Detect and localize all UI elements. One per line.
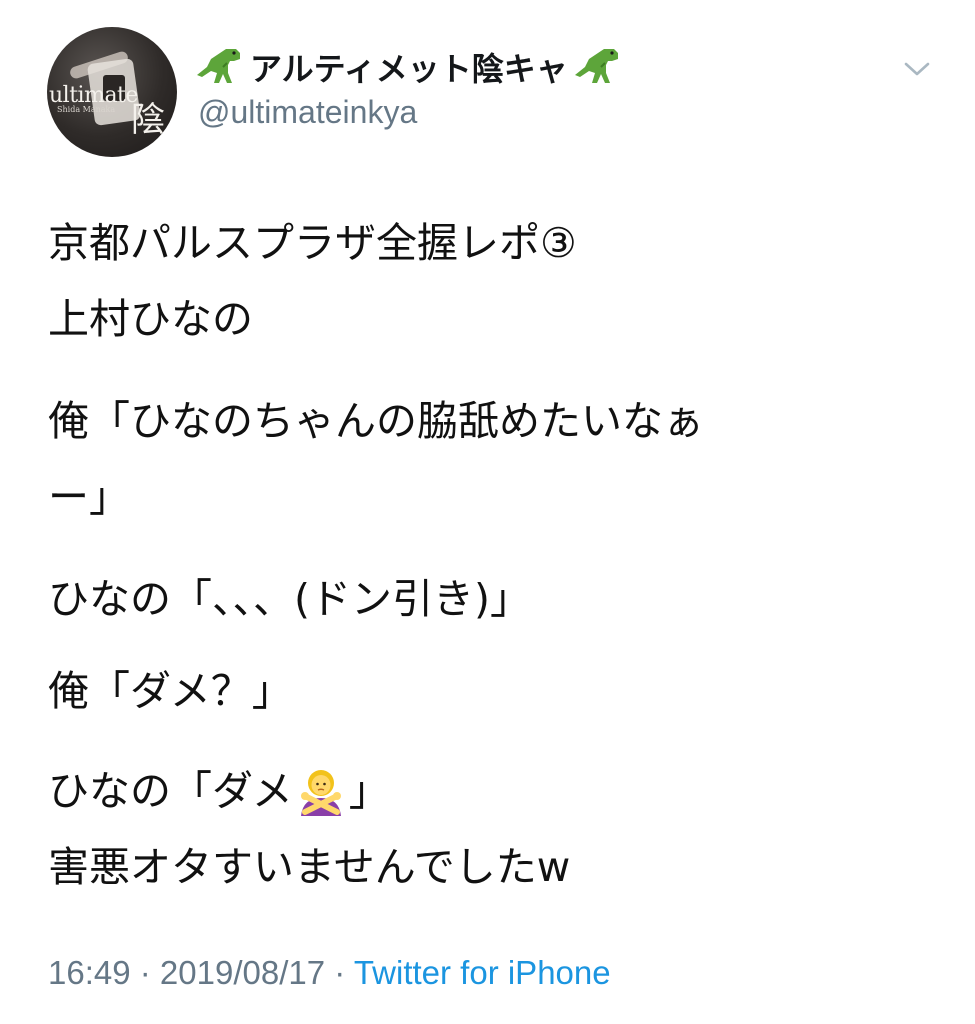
tweet-text-line: 俺「ひなのちゃんの脇舐めたいなぁ bbox=[48, 397, 704, 445]
tweet-text-line: 上村ひなの bbox=[48, 295, 253, 343]
avatar-watermark-kanji: 陰 bbox=[131, 100, 165, 140]
avatar-watermark-subtitle: Shida Manaka bbox=[57, 105, 116, 114]
person-gesturing-no-icon bbox=[300, 770, 341, 816]
tweet-date[interactable]: 2019/08/17 bbox=[160, 954, 325, 991]
meta-separator: · bbox=[325, 954, 354, 991]
tweet-text-segment: ひなの「ダメ bbox=[48, 767, 293, 815]
tweet-text-line: 京都パルスプラザ全握レポ③ bbox=[48, 219, 577, 267]
tweet-text-line: ひなの「ダメ 」 bbox=[48, 766, 390, 816]
tweet-text-line: ひなの「、、、(ドン引き)」 bbox=[48, 575, 531, 623]
t-rex-icon bbox=[574, 49, 618, 83]
author-display-name[interactable]: アルティメット陰キャ bbox=[196, 44, 622, 90]
t-rex-icon bbox=[197, 49, 240, 83]
avatar[interactable]: ultimate Shida Manaka 陰 bbox=[47, 27, 177, 157]
author-handle[interactable]: @ultimateinkya bbox=[198, 94, 417, 131]
tweet-source-link[interactable]: Twitter for iPhone bbox=[354, 954, 611, 991]
chevron-down-icon[interactable] bbox=[902, 58, 932, 80]
author-name-text: アルティメット陰キャ bbox=[250, 50, 568, 88]
tweet-text-line: 害悪オタすいませんでしたw bbox=[48, 843, 571, 891]
tweet-text-line: 俺「ダメ？」 bbox=[48, 667, 293, 715]
meta-separator: · bbox=[130, 954, 160, 991]
tweet-text-segment: 」 bbox=[348, 767, 390, 815]
tweet-text-line: ー」 bbox=[48, 473, 130, 521]
tweet-meta: 16:49 · 2019/08/17 · Twitter for iPhone bbox=[48, 948, 611, 998]
tweet-time[interactable]: 16:49 bbox=[48, 954, 131, 991]
tweet-card: ultimate Shida Manaka 陰 アルティメット陰キャ @ulti… bbox=[0, 0, 975, 1024]
